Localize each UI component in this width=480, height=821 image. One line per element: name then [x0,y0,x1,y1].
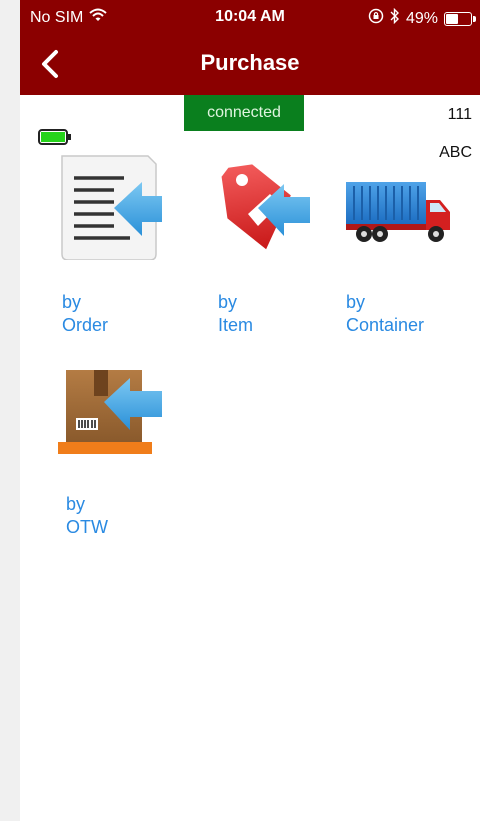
page-title: Purchase [200,50,300,75]
status-bar: No SIM 10:04 AM 49% [20,0,480,36]
box-arrow-icon [58,370,162,454]
menu-label: by Container [346,292,425,335]
tag-arrow-icon [221,164,310,250]
truck-icon [346,182,450,242]
battery-icon [444,11,476,26]
device-battery-icon [38,129,71,145]
app-screen: No SIM 10:04 AM 49% Purchase connected 1… [20,0,480,821]
connection-status-badge: connected [184,95,304,131]
orientation-lock-icon [368,8,384,29]
device-number: 111 [447,106,472,123]
bluetooth-icon [390,7,400,29]
menu-label: by OTW [66,494,108,537]
battery-percent: 49% [405,9,438,27]
menu-label: by Item [218,292,254,335]
header: No SIM 10:04 AM 49% Purchase [20,0,480,95]
navigation-bar: Purchase [20,36,480,95]
document-arrow-icon [61,155,162,260]
menu-label: by Order [62,292,109,335]
